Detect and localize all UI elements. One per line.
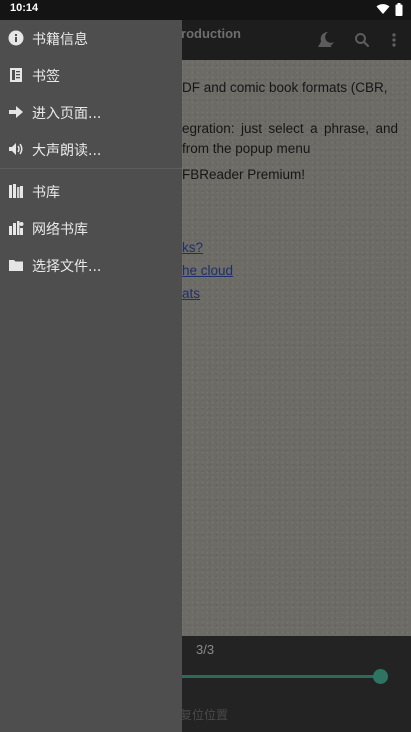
folder-icon (8, 257, 24, 273)
drawer-item-library[interactable]: 书库 (0, 173, 182, 210)
drawer-item-label: 大声朗读... (32, 143, 102, 159)
drawer-item-label: 进入页面... (32, 106, 102, 122)
book-link[interactable]: he cloud (182, 259, 398, 282)
drawer-item-label: 选择文件... (32, 259, 102, 275)
book-link[interactable]: ks? (182, 236, 398, 259)
book-text: DF and comic book formats (CBR, egration… (182, 78, 398, 305)
speaker-icon (8, 141, 24, 157)
reset-position-link[interactable]: 复位位置 (180, 706, 228, 723)
more-icon[interactable] (384, 30, 404, 50)
page-slider-thumb[interactable] (372, 669, 388, 684)
drawer-item-go-to-page[interactable]: 进入页面... (0, 94, 182, 131)
bookmark-icon (8, 67, 24, 83)
library-icon (8, 183, 24, 199)
network-library-icon (8, 220, 24, 236)
battery-icon (395, 3, 403, 16)
drawer-item-bookmarks[interactable]: 书签 (0, 57, 182, 94)
search-icon[interactable] (352, 30, 372, 50)
drawer-item-open-file[interactable]: 选择文件... (0, 247, 182, 284)
book-paragraph: FBReader Premium! (182, 167, 306, 182)
page-counter: 3/3 (196, 642, 215, 657)
status-time: 10:14 (10, 2, 39, 14)
drawer-item-label: 书签 (32, 69, 60, 85)
arrow-right-icon (8, 104, 24, 120)
info-icon (8, 30, 24, 46)
drawer-item-network-library[interactable]: 网络书库 (0, 210, 182, 247)
book-link[interactable]: ats (182, 282, 398, 305)
navigation-drawer: 书籍信息 书签 进入页面... 大声朗读... 书库 网络书库 选择文件... (0, 20, 182, 732)
page-slider-track[interactable] (182, 675, 380, 678)
drawer-item-label: 网络书库 (32, 222, 88, 238)
book-paragraph: egration: just select a phrase, and from… (182, 121, 398, 156)
drawer-item-label: 书库 (32, 185, 60, 201)
wifi-icon (376, 3, 390, 16)
drawer-divider (0, 168, 182, 169)
book-paragraph: DF and comic book formats (CBR, (182, 80, 388, 95)
day-night-icon[interactable] (316, 30, 336, 50)
drawer-item-read-aloud[interactable]: 大声朗读... (0, 131, 182, 168)
drawer-item-label: 书籍信息 (32, 32, 88, 48)
drawer-item-book-info[interactable]: 书籍信息 (0, 20, 182, 57)
status-bar: 10:14 (0, 0, 411, 20)
